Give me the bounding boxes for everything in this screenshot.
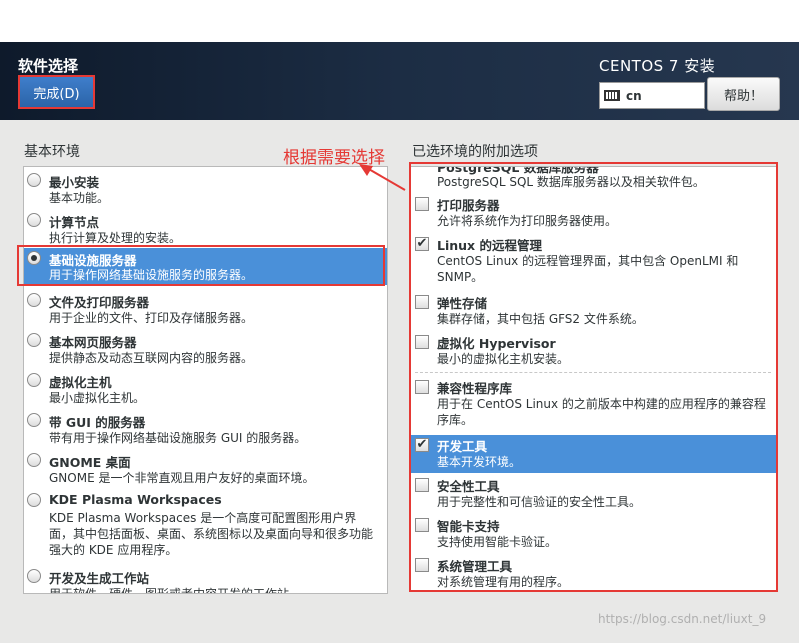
done-button[interactable]: 完成(D)	[18, 75, 95, 109]
base-environment-label: 基本环境	[24, 144, 80, 160]
env-name: 虚拟化主机	[49, 375, 112, 390]
env-name: GNOME 桌面	[49, 455, 131, 470]
radio-button[interactable]	[27, 293, 41, 307]
radio-button[interactable]	[27, 333, 41, 347]
annotation-highlight-selected-env	[17, 245, 385, 286]
base-environment-list[interactable]: 最小安装 基本功能。 计算节点 执行计算及处理的安装。 基础设施服务器 用于操作…	[23, 166, 388, 594]
watermark: https://blog.csdn.net/liuxt_9	[598, 612, 767, 626]
keyboard-layout-indicator[interactable]: cn	[599, 82, 705, 109]
top-strip	[0, 0, 799, 42]
env-name: 计算节点	[49, 215, 100, 230]
env-desc: KDE Plasma Workspaces 是一个高度可配置图形用户界面，其中包…	[49, 511, 374, 557]
product-title: CENTOS 7 安装	[599, 57, 716, 75]
env-desc: 执行计算及处理的安装。	[49, 231, 182, 245]
env-desc: 用于软件、硬件、图形或者内容开发的工作站。	[49, 587, 302, 594]
env-desc: 用于企业的文件、打印及存储服务器。	[49, 311, 254, 325]
radio-button[interactable]	[27, 569, 41, 583]
radio-button[interactable]	[27, 213, 41, 227]
env-item-dev-workstation[interactable]: 开发及生成工作站 用于软件、硬件、图形或者内容开发的工作站。	[24, 565, 387, 594]
env-item-basic-web-server[interactable]: 基本网页服务器 提供静态及动态互联网内容的服务器。	[24, 329, 387, 369]
env-name: 基本网页服务器	[49, 335, 137, 350]
env-name: 文件及打印服务器	[49, 295, 150, 310]
radio-button[interactable]	[27, 413, 41, 427]
env-item-server-with-gui[interactable]: 带 GUI 的服务器 带有用于操作网络基础设施服务 GUI 的服务器。	[24, 409, 387, 449]
annotation-highlight-addons	[409, 162, 778, 592]
env-item-minimal[interactable]: 最小安装 基本功能。	[24, 169, 387, 209]
env-name: 带 GUI 的服务器	[49, 415, 146, 430]
env-desc: GNOME 是一个非常直观且用户友好的桌面环境。	[49, 471, 315, 485]
radio-button[interactable]	[27, 373, 41, 387]
radio-button[interactable]	[27, 173, 41, 187]
env-name: 开发及生成工作站	[49, 571, 150, 586]
env-name: KDE Plasma Workspaces	[49, 492, 222, 507]
help-button[interactable]: 帮助！	[707, 77, 780, 111]
annotation-arrow-icon	[359, 164, 406, 191]
env-item-file-print-server[interactable]: 文件及打印服务器 用于企业的文件、打印及存储服务器。	[24, 289, 387, 329]
keyboard-layout-label: cn	[626, 88, 642, 103]
radio-button[interactable]	[27, 493, 41, 507]
env-item-virtualization-host[interactable]: 虚拟化主机 最小虚拟化主机。	[24, 369, 387, 409]
page-title: 软件选择	[18, 57, 79, 75]
keyboard-icon	[604, 90, 620, 101]
radio-button[interactable]	[27, 453, 41, 467]
env-item-compute-node[interactable]: 计算节点 执行计算及处理的安装。	[24, 209, 387, 249]
env-desc: 带有用于操作网络基础设施服务 GUI 的服务器。	[49, 431, 307, 445]
env-desc: 基本功能。	[49, 191, 110, 205]
env-item-gnome-desktop[interactable]: GNOME 桌面 GNOME 是一个非常直观且用户友好的桌面环境。	[24, 449, 387, 489]
addons-label: 已选环境的附加选项	[412, 144, 538, 160]
env-desc: 最小虚拟化主机。	[49, 391, 146, 405]
spoke-header: 软件选择 完成(D) CENTOS 7 安装 cn 帮助！	[0, 42, 799, 120]
env-name: 最小安装	[49, 175, 100, 190]
env-item-kde-plasma[interactable]: KDE Plasma Workspaces KDE Plasma Workspa…	[24, 489, 387, 565]
env-desc: 提供静态及动态互联网内容的服务器。	[49, 351, 254, 365]
